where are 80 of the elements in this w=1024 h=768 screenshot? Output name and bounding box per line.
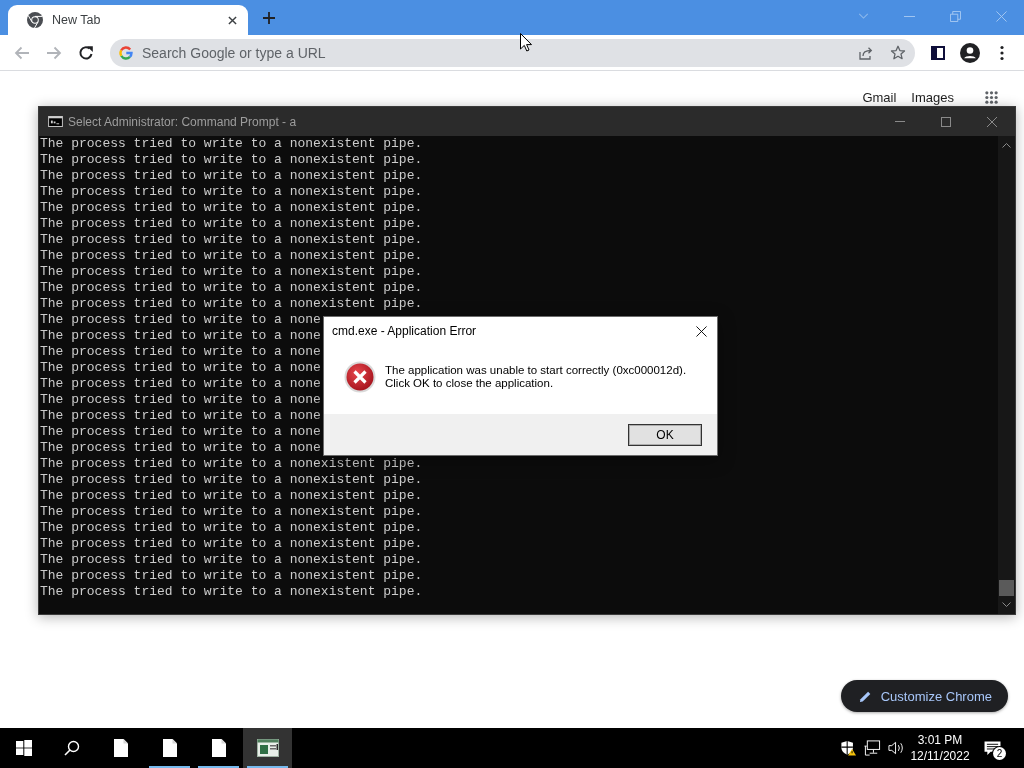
console-line: The process tried to write to a nonexistent pipe. [40,184,423,200]
console-line: The process tried to write to a nonexistent pipe. [40,152,423,168]
speaker-icon [887,740,905,756]
scroll-thumb[interactable] [999,580,1014,596]
chevron-down-icon [857,13,869,19]
console-line: The process tried to write to a nonexistent pipe. [40,488,423,504]
window-icon [256,739,279,757]
g-logo-icon [118,44,134,61]
left-arrow-icon [14,44,30,61]
customize-chrome-button[interactable]: Customize Chrome [840,680,1008,712]
reload-icon [78,44,94,61]
minimize-icon [903,15,915,17]
side-panel-icon [931,45,945,60]
console-line: The process tried to write to a nonexistent pipe. [40,216,423,232]
restore-icon [949,10,961,22]
console-line: The process tried to write to a nonexistent pipe. [40,520,423,536]
console-line: The process tried to write to a nonexistent pipe. [40,472,423,488]
maximize-icon [941,116,951,127]
scrollbar[interactable] [998,136,1015,614]
console-line: The process tried to write to a none [40,424,321,440]
notifications-button[interactable]: 2 [974,728,1010,768]
error-icon [344,360,376,393]
shield-warning-icon [839,740,857,756]
browser-tab[interactable]: New Tab [8,5,248,35]
scroll-down-icon[interactable] [1002,602,1011,607]
search-icon [64,740,80,756]
console-icon [48,116,63,127]
close-icon [987,116,997,127]
dialog-title: cmd.exe - Application Error [332,324,477,338]
console-line: The process tried to write to a none [40,312,321,328]
console-line: The process tried to write to a nonexistent pipe. [40,232,423,248]
plus-icon [263,11,275,24]
window-title: Select Administrator: Command Prompt - a [68,114,297,129]
minimize-icon [895,121,905,122]
star-icon [890,44,906,61]
console-line: The process tried to write to a nonexistent pipe. [40,584,423,600]
close-icon [995,10,1007,22]
more-menu-icon [1000,44,1004,61]
address-input[interactable]: Search Google or type a URL [142,44,846,61]
address-bar[interactable]: Search Google or type a URL [110,38,915,67]
document-icon [162,739,177,757]
monitor-icon [863,740,881,756]
console-line: The process tried to write to a nonexistent pipe. [40,536,423,552]
notification-badge: 2 [993,747,1006,760]
ok-button[interactable]: OK [628,423,702,446]
avatar-icon [960,42,980,63]
pencil-icon [858,689,872,703]
console-line: The process tried to write to a none [40,376,321,392]
error-message: The application was unable to start correctly (0xc000012d). Click OK to close the application. [385,363,687,390]
document-icon [211,739,226,757]
console-line: The process tried to write to a none [40,344,321,360]
close-icon [695,325,707,337]
apps-grid-icon [984,91,998,104]
document-icon [113,739,128,757]
console-line: The process tried to write to a nonexistent pipe. [40,168,423,184]
page-link[interactable]: Gmail [862,90,897,105]
console-line: The process tried to write to a nonexistent pipe. [40,504,423,520]
console-line: The process tried to write to a none [40,440,321,456]
console-line: The process tried to write to a none [40,392,321,408]
console-line: The process tried to write to a none [40,360,321,376]
clock[interactable]: 3:01 PM 12/11/2022 [910,728,970,768]
close-icon [227,15,237,25]
windows-logo-icon [16,740,32,756]
browser-icon [27,12,43,28]
console-line: The process tried to write to a none [40,328,321,344]
console-line: The process tried to write to a nonexistent pipe. [40,136,423,152]
console-line: The process tried to write to a none [40,408,321,424]
apps-button[interactable] [982,90,1000,105]
page-link[interactable]: Images [911,90,954,105]
taskbar-app-button[interactable] [243,728,292,768]
right-arrow-icon [46,44,62,61]
console-line: The process tried to write to a nonexistent pipe. [40,456,423,472]
scroll-up-icon[interactable] [1002,143,1011,148]
console-line: The process tried to write to a nonexistent pipe. [40,248,423,264]
console-line: The process tried to write to a nonexistent pipe. [40,200,423,216]
console-line: The process tried to write to a nonexistent pipe. [40,552,423,568]
console-line: The process tried to write to a nonexistent pipe. [40,264,423,280]
console-line: The process tried to write to a nonexistent pipe. [40,280,423,296]
console-line: The process tried to write to a nonexistent pipe. [40,568,423,584]
console-line: The process tried to write to a nonexistent pipe. [40,296,423,312]
